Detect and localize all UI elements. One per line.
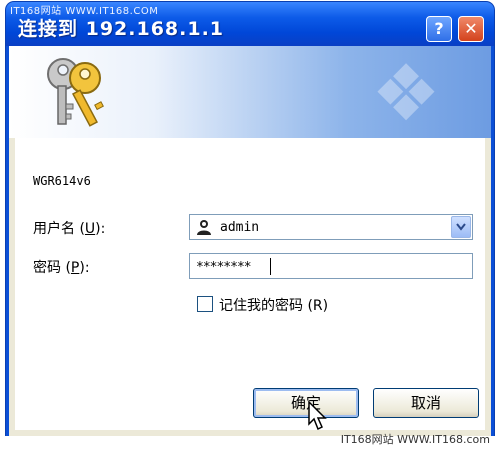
username-label-pre: 用户名 (: [33, 221, 85, 237]
ok-button[interactable]: 确定: [253, 388, 359, 418]
close-button[interactable]: ✕: [458, 16, 484, 42]
help-button[interactable]: ?: [426, 16, 452, 42]
password-label: 密码 (P):: [33, 257, 90, 277]
content-panel: WGR614v6 用户名 (U): admin 密码 (P): ********: [15, 138, 485, 431]
login-dialog: IT168网站 WWW.IT168.COM 连接到 192.168.1.1 ? …: [6, 2, 494, 436]
cancel-button[interactable]: 取消: [373, 388, 479, 418]
banner: ❖: [9, 46, 491, 138]
username-combobox[interactable]: admin: [189, 214, 473, 240]
username-access-key: U: [84, 221, 96, 237]
realm-text: WGR614v6: [33, 174, 91, 188]
banner-decoration: ❖: [371, 49, 441, 139]
password-label-pre: 密码 (: [33, 260, 71, 276]
dialog-body: WGR614v6 用户名 (U): admin 密码 (P): ********: [9, 138, 491, 436]
remember-label[interactable]: 记住我的密码 (R): [219, 295, 328, 315]
title-bar[interactable]: IT168网站 WWW.IT168.COM 连接到 192.168.1.1 ? …: [6, 2, 494, 46]
keys-icon: [47, 58, 104, 127]
dropdown-button[interactable]: [451, 216, 471, 238]
remember-checkbox[interactable]: [197, 296, 213, 312]
text-caret: [270, 258, 271, 275]
window-title: 连接到 192.168.1.1: [18, 18, 225, 40]
mouse-pointer-icon: [308, 400, 327, 431]
username-label-post: ):: [95, 221, 106, 237]
chevron-down-icon: [456, 223, 466, 231]
watermark-bottom: IT168网站 WWW.IT168.com: [340, 433, 490, 446]
password-field[interactable]: ********: [189, 253, 473, 279]
password-value: ********: [196, 260, 252, 275]
username-label: 用户名 (U):: [33, 218, 105, 238]
password-label-post: ):: [79, 260, 90, 276]
user-icon: [197, 220, 211, 235]
username-value: admin: [220, 220, 260, 235]
